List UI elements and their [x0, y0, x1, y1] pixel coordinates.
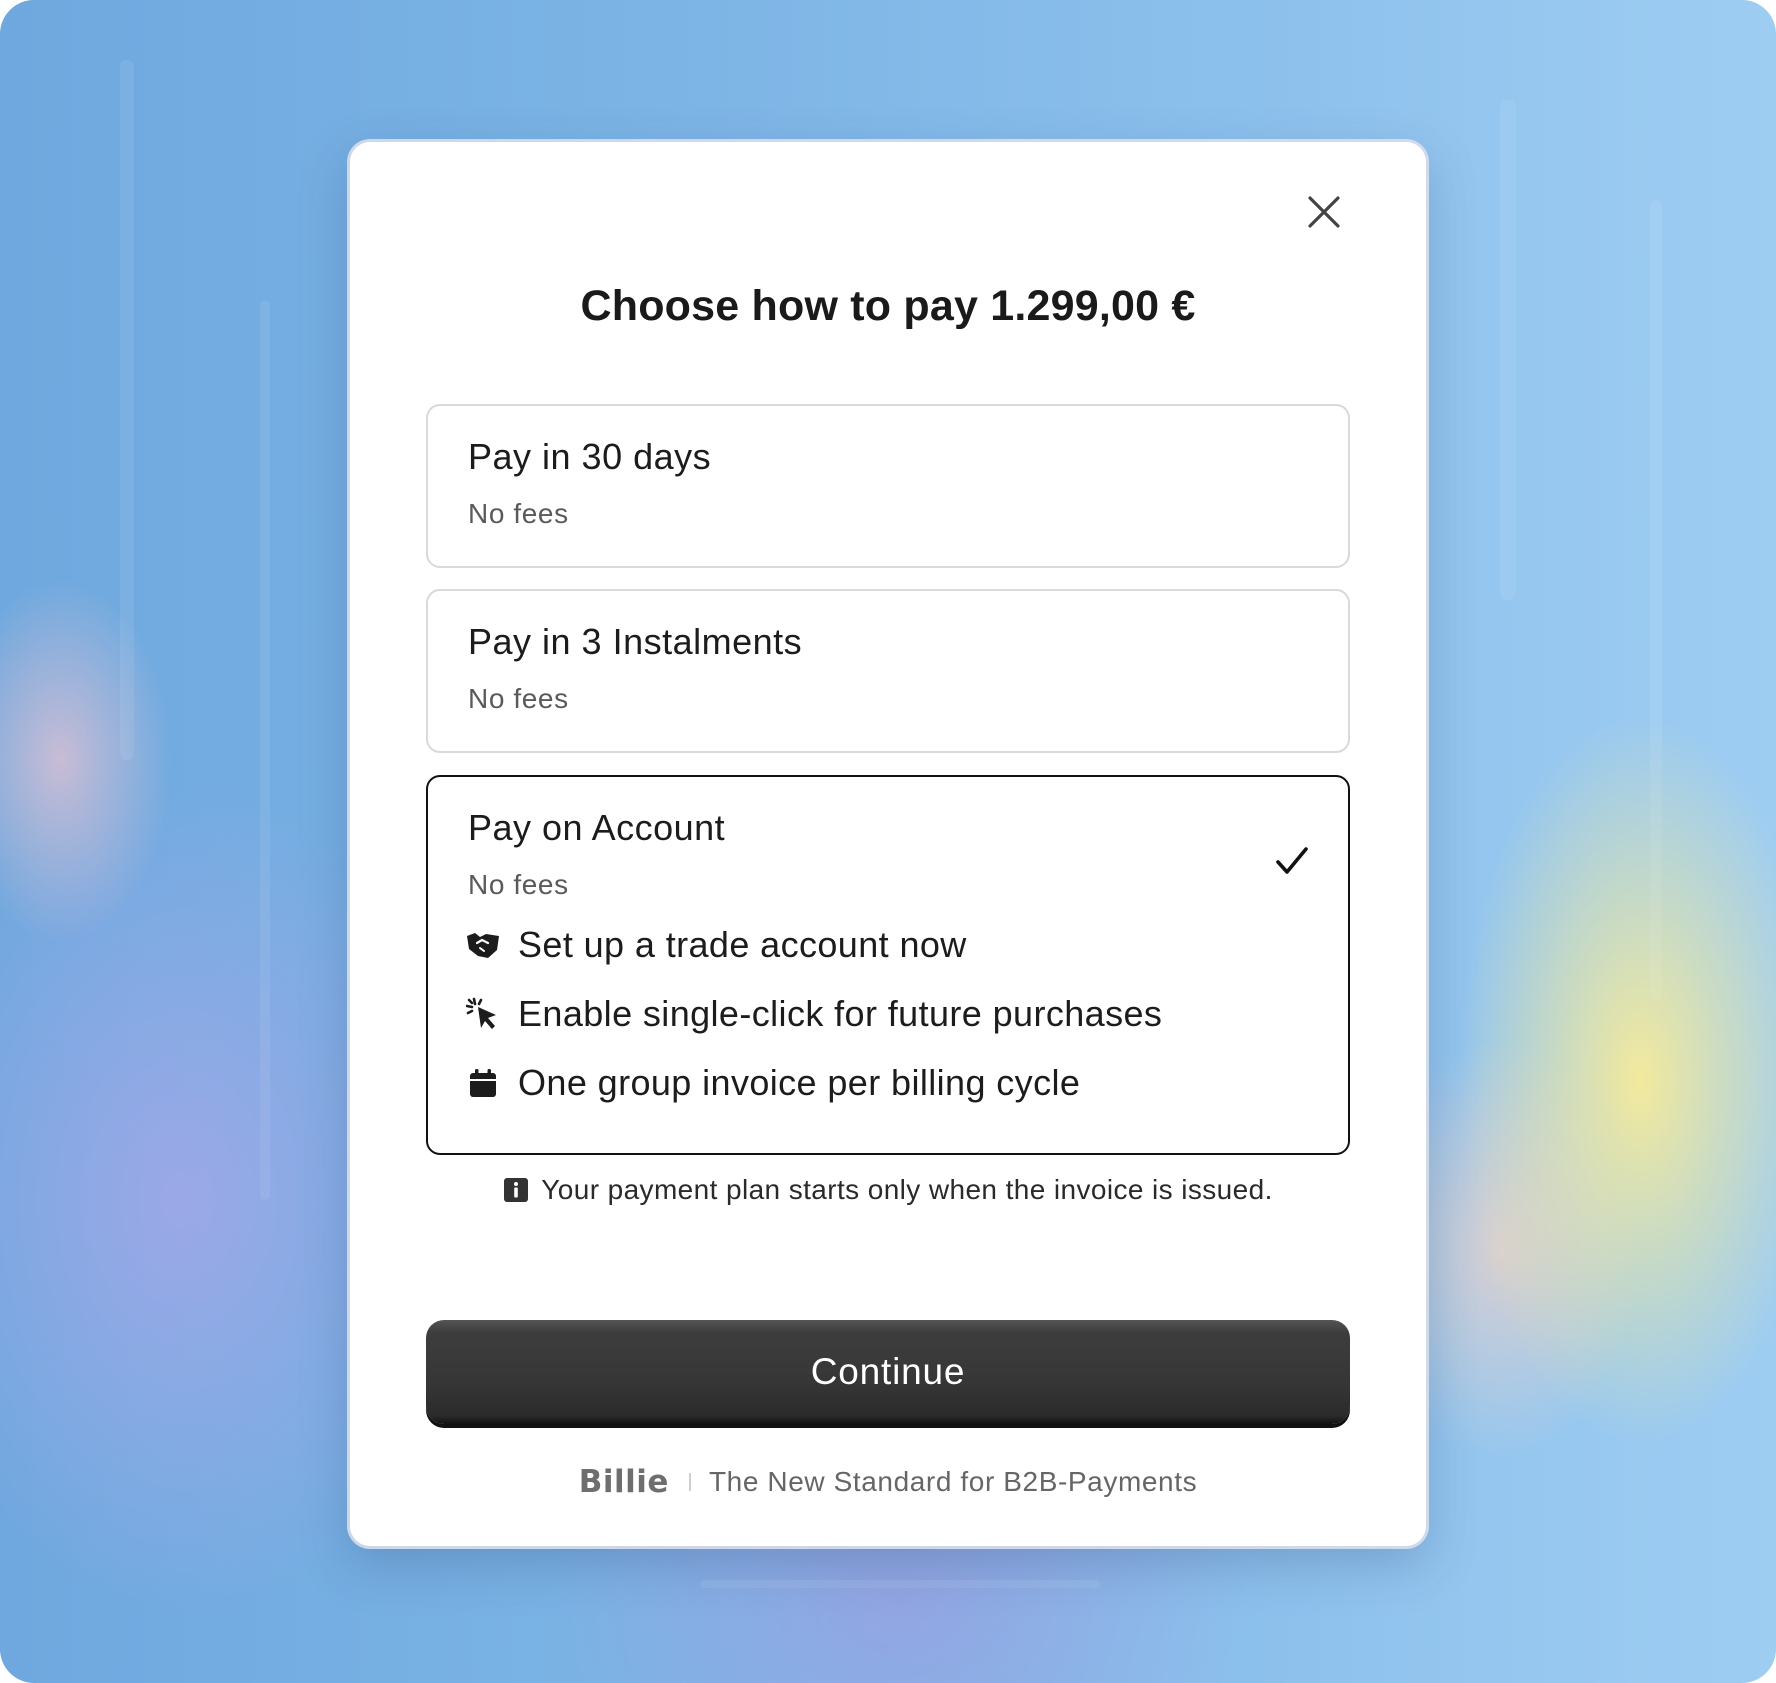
benefit-item: One group invoice per billing cycle	[466, 1061, 1080, 1105]
footer-tagline: The New Standard for B2B-Payments	[708, 1466, 1198, 1497]
paint-streak	[1500, 100, 1516, 600]
option-pay-in-30-days[interactable]: Pay in 30 days No fees	[426, 404, 1350, 568]
option-fee-label: No fees	[468, 683, 569, 714]
checkmark-icon	[1272, 841, 1312, 886]
continue-button[interactable]: Continue	[426, 1320, 1350, 1424]
info-note-text: Your payment plan starts only when the i…	[541, 1174, 1273, 1205]
paint-streak	[1650, 200, 1662, 1000]
benefit-text: Set up a trade account now	[518, 924, 967, 965]
benefit-text: One group invoice per billing cycle	[518, 1062, 1081, 1103]
benefit-item: Enable single-click for future purchases	[466, 992, 1162, 1036]
benefit-text: Enable single-click for future purchases	[518, 993, 1163, 1034]
info-note: Your payment plan starts only when the i…	[350, 1174, 1426, 1206]
info-icon	[503, 1177, 529, 1203]
option-fee-label: No fees	[468, 498, 569, 529]
paint-streak	[120, 60, 134, 760]
calendar-icon	[466, 1066, 500, 1100]
close-icon	[1308, 196, 1340, 228]
option-title: Pay in 3 Instalments	[468, 621, 803, 662]
paint-streak	[700, 1580, 1100, 1588]
modal-title: Choose how to pay 1.299,00 €	[580, 282, 1196, 330]
option-title: Pay on Account	[468, 807, 726, 848]
footer: Billie The New Standard for B2B-Payments	[350, 1464, 1426, 1500]
payment-modal: Choose how to pay 1.299,00 € Pay in 30 d…	[350, 142, 1426, 1546]
close-button[interactable]	[1302, 190, 1346, 234]
paint-streak	[260, 300, 270, 1200]
billie-logo: Billie	[578, 1464, 669, 1500]
benefit-item: Set up a trade account now	[466, 923, 967, 967]
option-title: Pay in 30 days	[468, 436, 712, 477]
option-fee-label: No fees	[468, 869, 569, 900]
footer-divider	[688, 1473, 691, 1491]
click-cursor-icon	[466, 997, 500, 1031]
handshake-icon	[466, 928, 500, 962]
option-pay-on-account[interactable]: Pay on Account No fees Set up a trade ac…	[426, 775, 1350, 1155]
option-pay-in-3-instalments[interactable]: Pay in 3 Instalments No fees	[426, 589, 1350, 753]
